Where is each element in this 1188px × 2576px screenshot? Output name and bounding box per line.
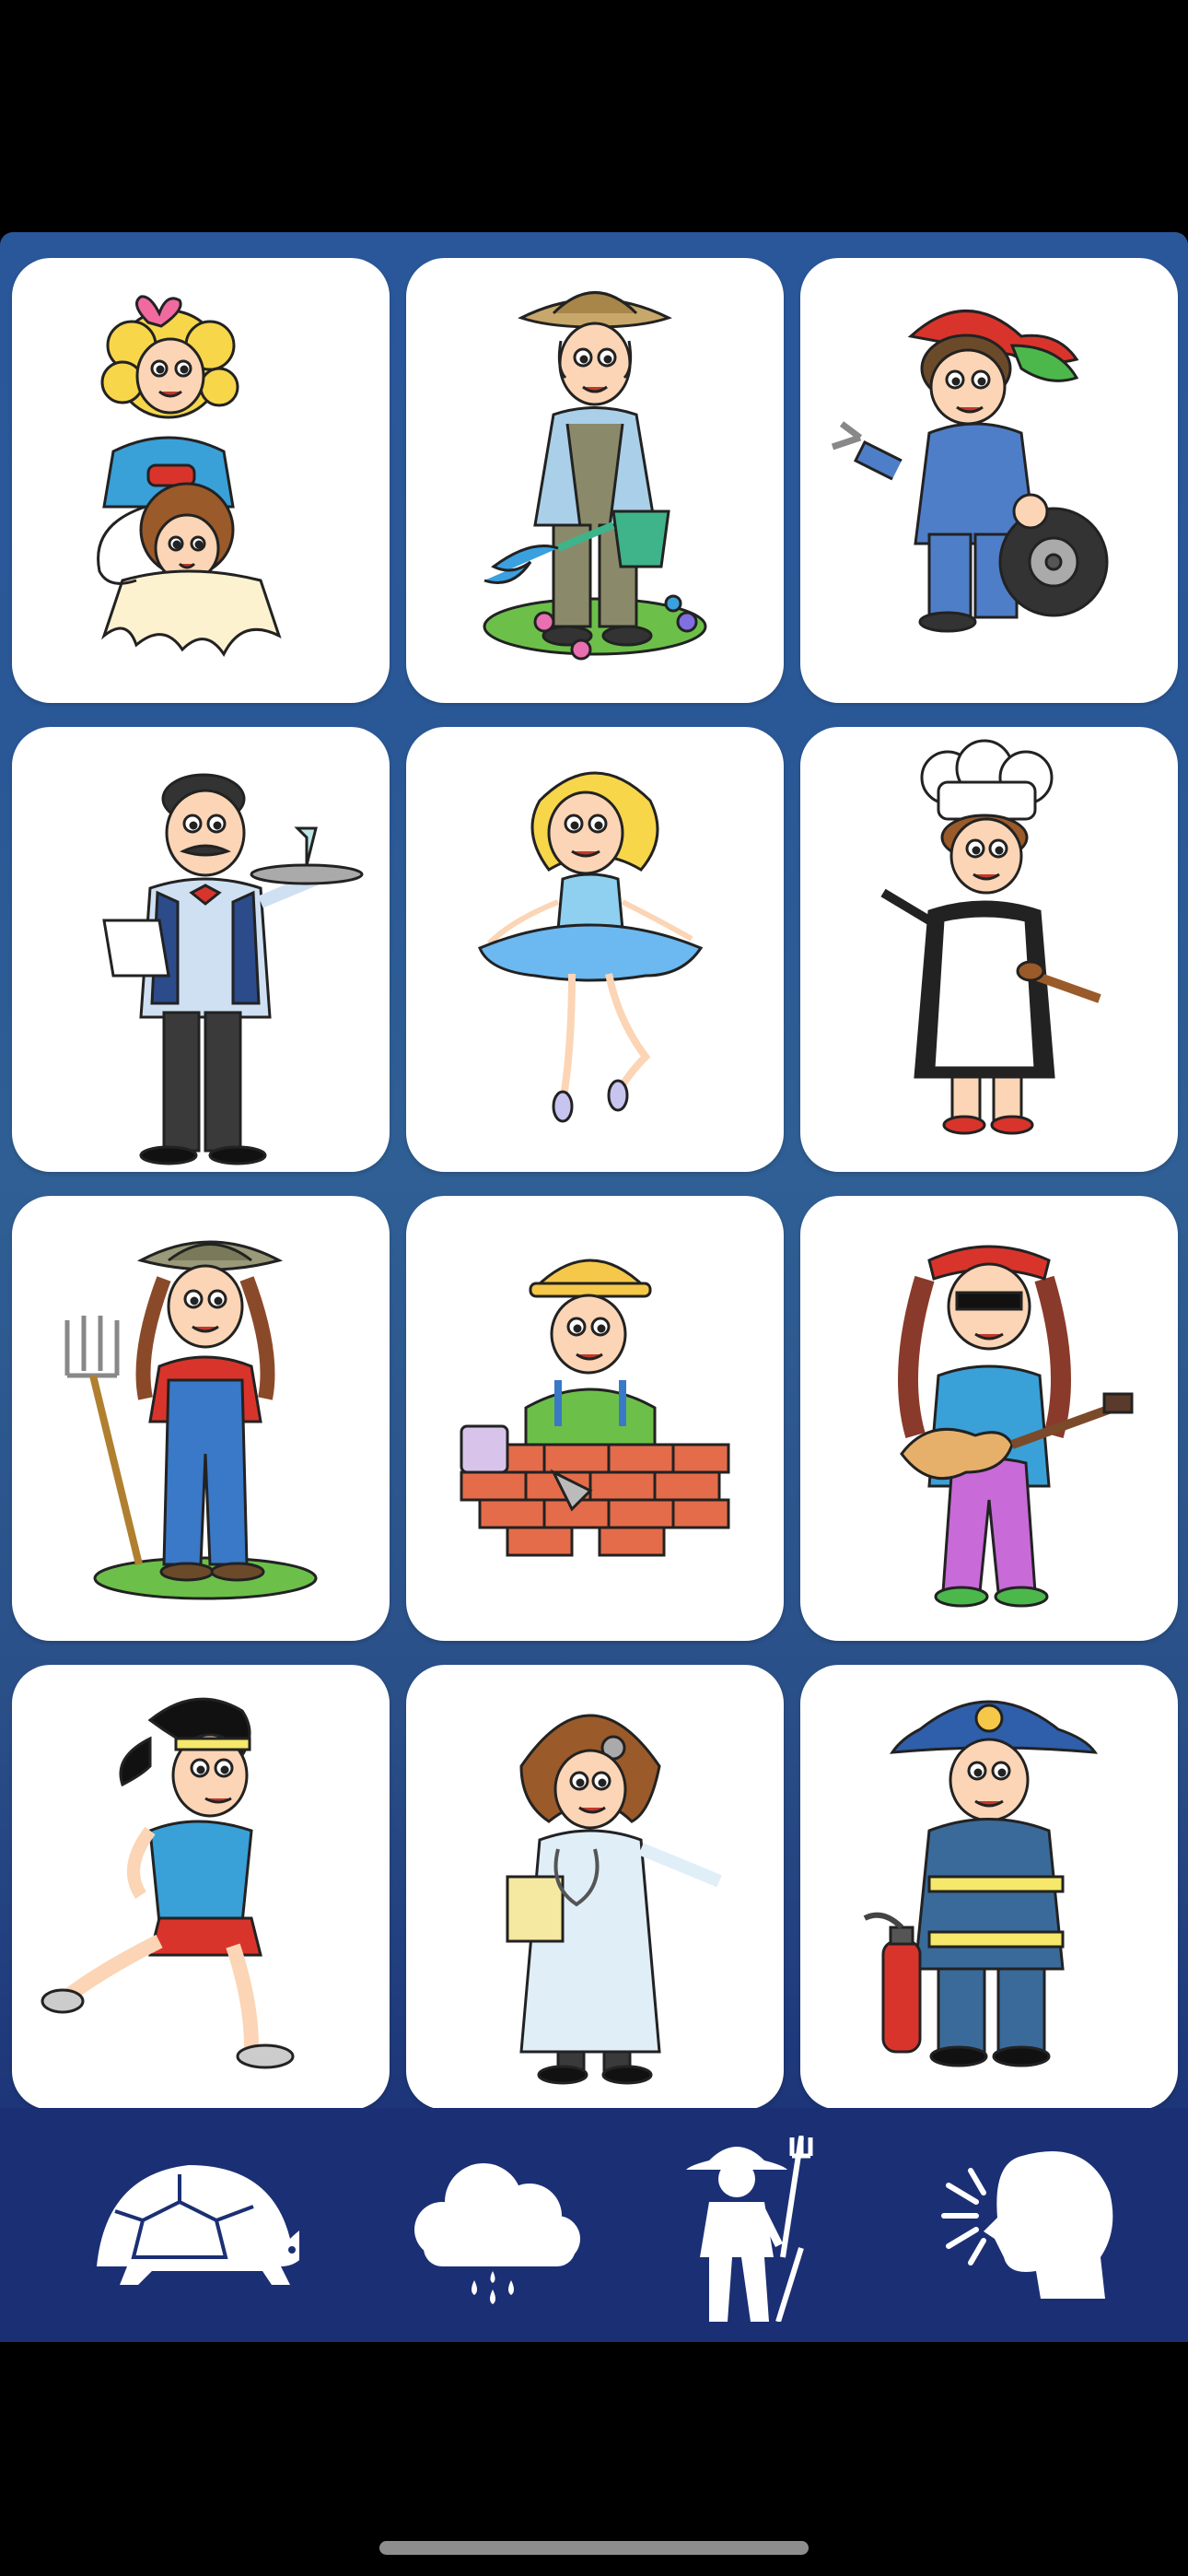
card-gardener[interactable] [406, 258, 784, 703]
rain-cloud-icon [414, 2163, 580, 2304]
professions-button[interactable] [654, 2128, 875, 2323]
hairdresser-icon [97, 295, 282, 657]
card-hairdresser[interactable] [12, 258, 390, 703]
waiter-icon [102, 773, 364, 1165]
farmer-icon [64, 1240, 318, 1600]
speak-button[interactable] [921, 2128, 1142, 2322]
card-cook[interactable] [800, 727, 1178, 1172]
card-doctor[interactable] [406, 1665, 784, 2110]
card-ballerina[interactable] [406, 727, 784, 1172]
bricklayer-icon [460, 1259, 730, 1557]
rain-button[interactable] [382, 2128, 603, 2322]
musician-icon [898, 1245, 1134, 1608]
card-farmer[interactable] [12, 1196, 390, 1641]
card-firefighter[interactable] [800, 1665, 1178, 2110]
profession-grid [12, 258, 1178, 2110]
runner-icon [41, 1697, 295, 2069]
home-indicator[interactable] [379, 2541, 809, 2555]
ballerina-icon [478, 771, 704, 1123]
firefighter-icon [863, 1700, 1098, 2067]
card-runner[interactable] [12, 1665, 390, 2110]
farmer-silhouette-icon [686, 2136, 813, 2323]
turtle-button[interactable] [78, 2128, 311, 2322]
card-musician[interactable] [800, 1196, 1178, 1641]
status-bar [0, 0, 1188, 232]
card-mechanic[interactable] [800, 258, 1178, 703]
gardener-icon [483, 291, 707, 661]
card-waiter[interactable] [12, 727, 390, 1172]
card-bricklayer[interactable] [406, 1196, 784, 1641]
doctor-icon [506, 1714, 722, 2085]
cook-icon [880, 739, 1101, 1135]
speaking-head-icon [941, 2151, 1113, 2299]
mechanic-icon [831, 310, 1109, 633]
turtle-icon [97, 2165, 311, 2285]
